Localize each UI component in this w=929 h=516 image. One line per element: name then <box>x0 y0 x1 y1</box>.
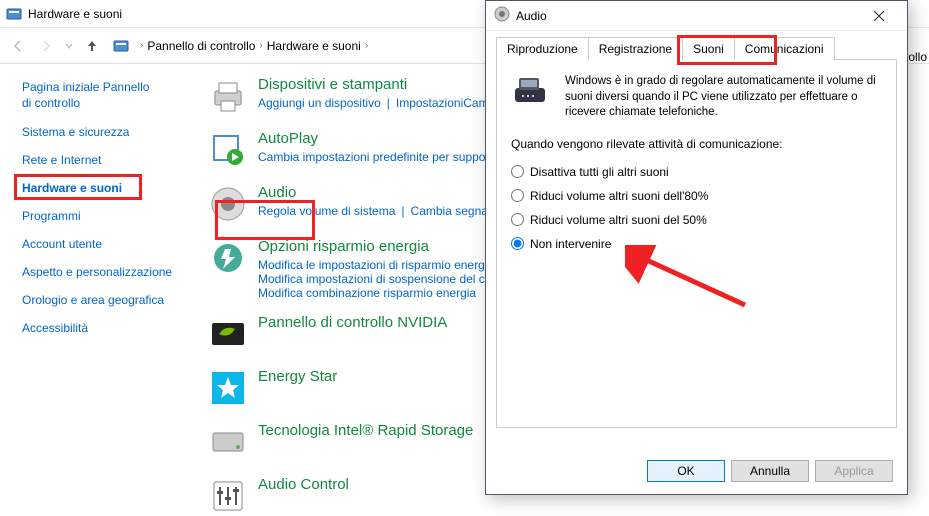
chevron-right-icon[interactable]: › <box>363 40 370 51</box>
autoplay-icon <box>208 130 248 170</box>
sidebar-item-appearance[interactable]: Aspetto e personalizzazione <box>22 265 196 279</box>
sliders-icon <box>208 476 248 516</box>
apply-button[interactable]: Applica <box>815 460 893 482</box>
cancel-button[interactable]: Annulla <box>731 460 809 482</box>
tab-comunicazioni[interactable]: Comunicazioni <box>735 37 835 60</box>
tab-registrazione[interactable]: Registrazione <box>589 37 683 60</box>
sidebar-item-accessibility[interactable]: Accessibilità <box>22 321 196 335</box>
dialog-buttons: OK Annulla Applica <box>647 460 893 482</box>
forward-button[interactable] <box>34 34 58 58</box>
link-power-plan[interactable]: Modifica combinazione risparmio energia <box>258 286 476 300</box>
sidebar-item-clock[interactable]: Orologio e area geografica <box>22 293 196 307</box>
link-sleep-settings[interactable]: Modifica impostazioni di sospensione del… <box>258 272 485 286</box>
tab-strip: Riproduzione Registrazione Suoni Comunic… <box>496 37 897 60</box>
window-icon <box>6 6 22 22</box>
breadcrumb-item[interactable]: Pannello di controllo <box>145 39 257 53</box>
sidebar-item-system[interactable]: Sistema e sicurezza <box>22 125 196 139</box>
link-volume[interactable]: Regola volume di sistema <box>258 204 395 218</box>
printer-icon <box>208 76 248 116</box>
radio-group-comm-action: Disattiva tutti gli altri suoni Riduci v… <box>511 165 882 251</box>
communications-description: Windows è in grado di regolare automatic… <box>565 74 882 121</box>
nvidia-icon <box>208 314 248 354</box>
energystar-icon <box>208 368 248 408</box>
dialog-title: Audio <box>516 9 547 23</box>
audio-icon <box>494 6 510 25</box>
chevron-right-icon[interactable]: › <box>138 40 145 51</box>
tab-riproduzione[interactable]: Riproduzione <box>496 37 589 60</box>
tab-panel-comunicazioni: Windows è in grado di regolare automatic… <box>496 60 897 428</box>
tab-suoni[interactable]: Suoni <box>683 37 735 60</box>
radio-reduce-50[interactable]: Riduci volume altri suoni del 50% <box>511 213 882 227</box>
sidebar-item-accounts[interactable]: Account utente <box>22 237 196 251</box>
close-button[interactable] <box>859 2 899 30</box>
sidebar-item-programs[interactable]: Programmi <box>22 209 196 223</box>
radio-reduce-80[interactable]: Riduci volume altri suoni dell'80% <box>511 189 882 203</box>
recent-dropdown[interactable] <box>62 34 76 58</box>
link-autoplay-defaults[interactable]: Cambia impostazioni predefinite per supp… <box>258 150 485 164</box>
sidebar-item-hardware[interactable]: Hardware e suoni <box>22 181 196 195</box>
ok-button[interactable]: OK <box>647 460 725 482</box>
breadcrumb-item[interactable]: Hardware e suoni <box>265 39 363 53</box>
link-sounds[interactable]: Cambia segna <box>411 204 488 218</box>
speaker-icon <box>208 184 248 224</box>
power-icon <box>208 238 248 278</box>
communications-question: Quando vengono rilevate attività di comu… <box>511 137 882 151</box>
radio-do-nothing[interactable]: Non intervenire <box>511 237 882 251</box>
up-button[interactable] <box>80 34 104 58</box>
sidebar: Pagina iniziale Pannello di controllo Si… <box>0 64 200 512</box>
link-add-device[interactable]: Aggiungi un dispositivo <box>258 96 381 110</box>
breadcrumb: › Pannello di controllo › Hardware e suo… <box>138 39 370 53</box>
phone-icon <box>511 74 553 106</box>
radio-mute-all[interactable]: Disattiva tutti gli altri suoni <box>511 165 882 179</box>
breadcrumb-icon <box>112 37 130 55</box>
audio-dialog: Audio Riproduzione Registrazione Suoni C… <box>485 0 908 495</box>
window-title: Hardware e suoni <box>28 7 122 21</box>
link-settings[interactable]: Impostazioni <box>396 96 463 110</box>
back-button[interactable] <box>6 34 30 58</box>
chevron-right-icon[interactable]: › <box>257 40 264 51</box>
link-power-settings[interactable]: Modifica le impostazioni di risparmio en… <box>258 258 485 272</box>
sidebar-item-network[interactable]: Rete e Internet <box>22 153 196 167</box>
sidebar-item-home[interactable]: Pagina iniziale Pannello di controllo <box>22 80 162 111</box>
drive-icon <box>208 422 248 462</box>
dialog-titlebar: Audio <box>486 1 907 31</box>
